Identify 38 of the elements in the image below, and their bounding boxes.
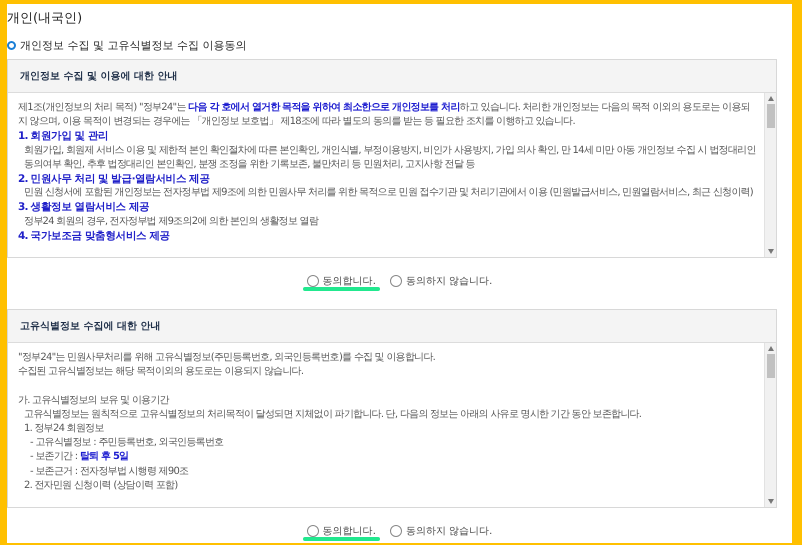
notice-title: 개인정보 수집 및 이용에 대한 안내 [19,70,178,83]
notice-paragraph: 2. 전자민원 신청이력 (상담이력 포함) [23,478,179,493]
notice-paragraph: "정부24"는 민원사무처리를 위해 고유식별정보(주민등록번호, 외국인등록번호)를 수집 및 이용합니다. [18,351,436,365]
list-item-text: - 고유식별정보 : 주민등록번호, 외국인등록번호 [29,436,224,450]
notice-paragraph: 회원가입, 회원제 서비스 이용 및 제한적 본인 확인절차에 따른 본인확인, 개인식별, 부정이용방지, 비인가 사용방지, 가입 의사 확인, 만 14세 미만 아동 개인정보 수집 시 법정대리인 동의여부 확인, 추후 법정대리인 본인확인, 분쟁 조정을 위한 기록보존, 불만처리 등 민원처리, 고지사항 전달 등 [23,144,757,172]
scroll-down-arrow-icon[interactable] [768,499,774,504]
notice-paragraph: 1. 정부24 회원정보 [23,422,105,436]
radio-option[interactable]: 동의합니다. [306,274,376,288]
scroll-up-arrow-icon[interactable] [768,346,774,351]
radio-button[interactable] [306,275,319,287]
section-item-heading: 2. 민원사무 처리 및 발급·열람서비스 제공 [18,172,211,186]
scrollbar-thumb[interactable] [766,104,774,128]
section-heading: 개인정보 수집 및 고유식별정보 수집 이용동의 [20,38,246,52]
notice-title: 고유식별정보 수집에 대한 안내 [19,320,160,333]
section-item-heading: 1. 회원가입 및 관리 [18,129,110,144]
notice-paragraph: 수집된 고유식별정보는 해당 목적이외의 용도로는 이용되지 않습니다. [18,365,304,380]
scroll-up-arrow-icon[interactable] [768,96,774,101]
circle-bullet-icon [7,40,16,50]
scrollbar[interactable] [764,343,776,507]
list-item-text: - 보존기간 : 탈퇴 후 5일 [29,450,130,464]
page-title: 개인(내국인) [7,10,84,28]
scrollbar-thumb[interactable] [766,354,774,378]
radio-option[interactable]: 동의합니다. [306,524,376,538]
notice-paragraph: 민원 신청서에 포함된 개인정보는 전자정부법 제9조에 의한 민원사무 처리를 위한 목적으로 민원 접수기관 및 처리기관에서 이용 (민원발급서비스, 민원열람서비스, 최근 신청이력) [23,186,754,200]
section-item-heading: 4. 국가보조금 맞춤형서비스 제공 [18,228,171,244]
notice-paragraph: 고유식별정보는 원칙적으로 고유식별정보의 처리목적이 달성되면 지체없이 파기합니다. 단, 다음의 정보는 아래의 사유로 명시한 기간 동안 보존합니다. [23,408,642,422]
radio-option[interactable]: 동의하지 않습니다. [390,274,492,288]
radio-option[interactable]: 동의하지 않습니다. [390,524,492,538]
section-item-heading: 3. 생활정보 열람서비스 제공 [18,200,150,215]
radio-button[interactable] [306,525,319,537]
scroll-down-arrow-icon[interactable] [768,249,774,254]
notice-paragraph: 정부24 회원의 경우, 전자정부법 제9조의2에 의한 본인의 생활정보 열람 [23,214,320,229]
notice-paragraph: 가. 고유식별정보의 보유 및 이용기간 [18,394,170,408]
radio-button[interactable] [390,525,402,537]
list-item-text: - 보존근거 : 전자정부법 시행령 제90조 [29,464,190,479]
scrollbar[interactable] [764,93,776,257]
notice-paragraph: 제1조(개인정보의 처리 목적) "정부24"는 다음 각 호에서 열거한 목적을 위하여 최소한으로 개인정보를 처리하고 있습니다. 처리한 개인정보는 다음의 목적 이외의 용도로는 이용되지 않으며, 이용 목적이 변경되는 경우에는 「개인정보 보호법」 제18조에 따라 별도의 동의를 받는 등 필요한 조치를 이행하고 있습니다. [18,101,751,130]
radio-button[interactable] [390,275,402,287]
